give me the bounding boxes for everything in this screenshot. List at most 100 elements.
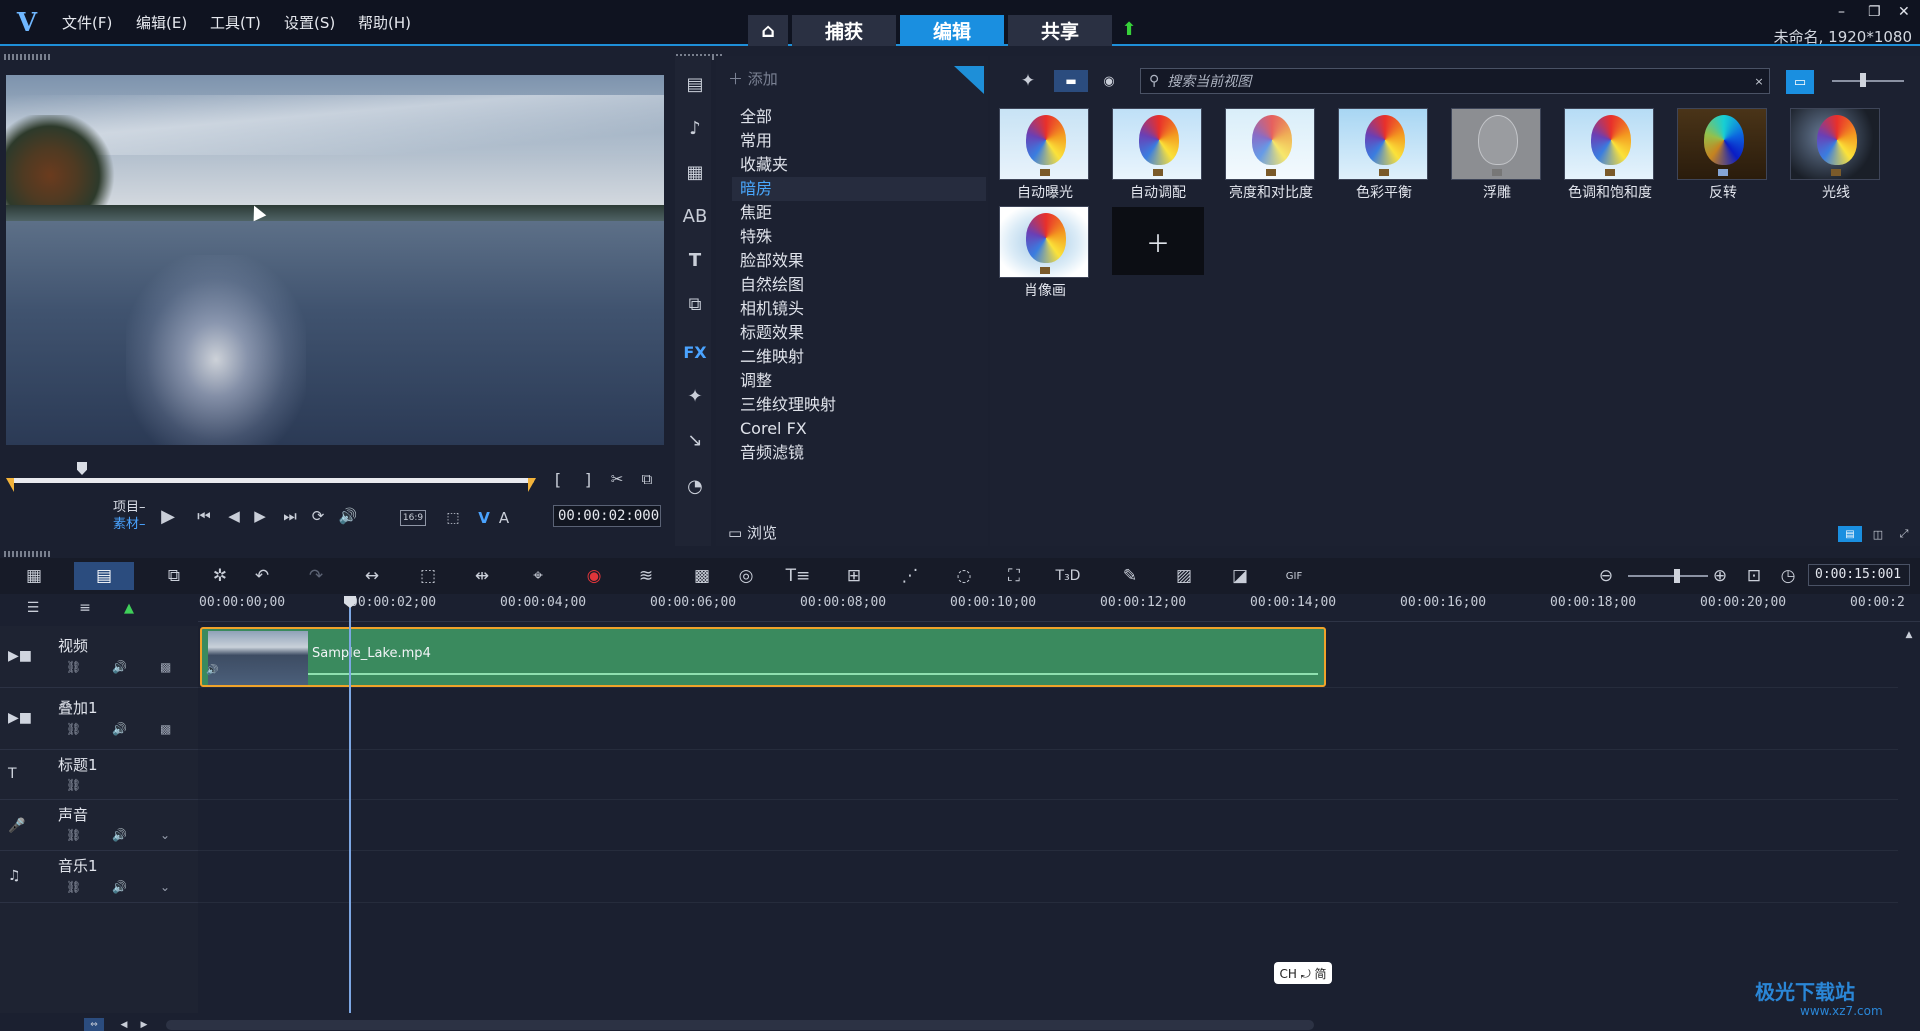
category-2d-mapping[interactable]: 二维映射 [732, 345, 986, 369]
audio-filter-toggle[interactable]: ◉ [1092, 70, 1126, 92]
repeat-icon[interactable]: ⟳ [306, 504, 330, 528]
panel-grip[interactable] [4, 54, 50, 60]
ime-indicator[interactable]: CH ⤾ 简 [1274, 962, 1332, 984]
speed-icon[interactable]: ◔ [677, 468, 713, 504]
copy-clip-icon[interactable]: ⧉ [160, 562, 188, 590]
redo-icon[interactable]: ↷ [302, 562, 330, 590]
show-title-icon[interactable]: ▤ [1838, 526, 1862, 542]
painting-creator-icon[interactable]: ✎ [1116, 562, 1144, 590]
scroll-up-icon[interactable]: ▲ [1902, 628, 1916, 642]
video-filter-toggle[interactable]: ▬ [1054, 70, 1088, 92]
video-mode-icon[interactable]: V [476, 508, 492, 528]
split-screen-icon[interactable]: ⊞ [840, 562, 868, 590]
restore-icon[interactable]: ❐ [1868, 4, 1881, 20]
video-preview[interactable] [6, 75, 664, 445]
add-effect-button[interactable]: ＋ [1112, 207, 1204, 275]
grid-icon[interactable]: ▩ [160, 722, 171, 736]
scrubber-bar[interactable] [10, 478, 534, 483]
favorite-star-icon[interactable]: ✦ [1014, 68, 1042, 94]
audio-mixer-icon[interactable]: ≋ [632, 562, 660, 590]
audio-mode-icon[interactable]: A [496, 508, 512, 528]
mark-out-icon[interactable]: ] [580, 468, 596, 490]
category-focus[interactable]: 焦距 [732, 201, 986, 225]
zoom-slider[interactable] [1628, 575, 1708, 577]
timeline-ruler[interactable] [198, 594, 1920, 622]
list-view-icon[interactable]: ▭ [1786, 70, 1814, 94]
menu-file[interactable]: 文件(F) [62, 12, 112, 33]
mute-icon[interactable]: 🔊 [112, 828, 127, 842]
media-library-icon[interactable]: ▤ [677, 66, 713, 102]
grid-icon[interactable]: ▩ [160, 660, 171, 674]
upload-icon[interactable]: ⬆ [1118, 18, 1140, 40]
search-input[interactable]: ⚲ 搜索当前视图 [1140, 68, 1770, 94]
instant-project-icon[interactable]: ♪ [677, 110, 713, 146]
horizontal-scrollbar[interactable] [166, 1020, 1314, 1030]
split-clip-icon[interactable]: ✂ [606, 468, 628, 490]
options-icon[interactable]: ⤢ [1894, 526, 1914, 542]
menu-tools[interactable]: 工具(T) [210, 12, 261, 33]
tab-share[interactable]: 共享 [1008, 15, 1112, 46]
video-editor-icon[interactable]: ▨ [1170, 562, 1198, 590]
link-icon[interactable]: ⛓ [66, 880, 81, 894]
timeline-view-icon[interactable]: ▤ [74, 562, 134, 590]
mute-icon[interactable]: 🔊 [112, 880, 127, 894]
volume-icon[interactable]: 🔊 [336, 504, 360, 528]
link-icon[interactable]: ⛓ [66, 722, 81, 736]
graphics-icon[interactable]: ⧉ [677, 286, 713, 322]
browse-button[interactable]: ▭ 浏览 [728, 522, 777, 543]
tab-edit[interactable]: 编辑 [900, 15, 1004, 46]
timecode-field[interactable]: 00:00:02:000 [553, 505, 661, 527]
multi-camera-icon[interactable]: ▩ [688, 562, 716, 590]
home-icon[interactable]: ⌂ [748, 15, 788, 46]
clear-search-icon[interactable]: × [1750, 72, 1768, 90]
time-remap-icon[interactable]: ⇹ [468, 562, 496, 590]
chevron-down-icon[interactable]: ⌄ [160, 828, 170, 842]
clip-mode-label[interactable]: 素材– [113, 516, 146, 533]
thumbnail-size-slider[interactable] [1832, 80, 1904, 82]
track-lane-voice[interactable] [198, 800, 1898, 851]
zoom-slider-thumb[interactable] [1674, 569, 1680, 583]
menu-help[interactable]: 帮助(H) [358, 12, 411, 33]
zoom-out-icon[interactable]: ⊖ [1592, 562, 1620, 590]
category-common[interactable]: 常用 [732, 129, 986, 153]
rotate-icon[interactable]: ◪ [1226, 562, 1254, 590]
thumbnail-size-thumb[interactable] [1860, 73, 1866, 87]
effect-auto-exposure[interactable]: 自动曝光 [991, 106, 1099, 204]
link-icon[interactable]: ⛓ [66, 778, 81, 792]
path-icon[interactable]: ↘ [677, 422, 713, 458]
close-icon[interactable]: ✕ [1898, 4, 1910, 20]
vertical-scrollbar[interactable] [1900, 626, 1918, 1016]
category-audio-filter[interactable]: 音频滤镜 [732, 441, 986, 465]
effect-auto-blend[interactable]: 自动调配 [1104, 106, 1212, 204]
mute-icon[interactable]: 🔊 [112, 660, 127, 674]
effect-portrait[interactable]: 肖像画 [991, 204, 1099, 302]
fit-timeline-icon[interactable]: ↔ [358, 562, 386, 590]
playhead[interactable] [349, 596, 351, 1013]
effect-emboss[interactable]: 浮雕 [1443, 106, 1551, 204]
effect-color-balance[interactable]: 色彩平衡 [1330, 106, 1438, 204]
category-adjust[interactable]: 调整 [732, 369, 986, 393]
title-icon[interactable]: T [677, 242, 713, 278]
frame-capture-icon[interactable]: ⛶ [1000, 562, 1028, 590]
scroll-left-icon[interactable]: ◀ [118, 1018, 130, 1031]
fit-project-icon[interactable]: ⊡ [1740, 562, 1768, 590]
fx-filter-icon[interactable]: FX [677, 334, 713, 370]
transition-ab-icon[interactable]: AB [677, 198, 713, 234]
add-category-button[interactable]: ＋ 添加 [728, 68, 778, 89]
category-darkroom[interactable]: 暗房 [732, 177, 986, 201]
duration-clock-icon[interactable]: ◷ [1774, 562, 1802, 590]
category-all[interactable]: 全部 [732, 105, 986, 129]
3d-title-icon[interactable]: T₃D [1054, 562, 1082, 590]
enlarge-preview-icon[interactable]: ⧉ [636, 468, 658, 490]
tab-capture[interactable]: 捕获 [792, 15, 896, 46]
thumbnail-view-icon[interactable]: ◫ [1866, 526, 1890, 542]
link-icon[interactable]: ⛓ [66, 660, 81, 674]
track-lane-overlay[interactable] [198, 688, 1898, 750]
video-clip[interactable]: 🔊 Sample_Lake.mp4 [200, 627, 1326, 687]
gif-icon[interactable]: GIF [1280, 562, 1308, 590]
magic-tools-icon[interactable]: ✲ [206, 562, 234, 590]
track-lane-music[interactable] [198, 851, 1898, 903]
minimize-icon[interactable]: – [1838, 4, 1845, 20]
track-lane-title[interactable] [198, 750, 1898, 800]
menu-settings[interactable]: 设置(S) [284, 12, 335, 33]
